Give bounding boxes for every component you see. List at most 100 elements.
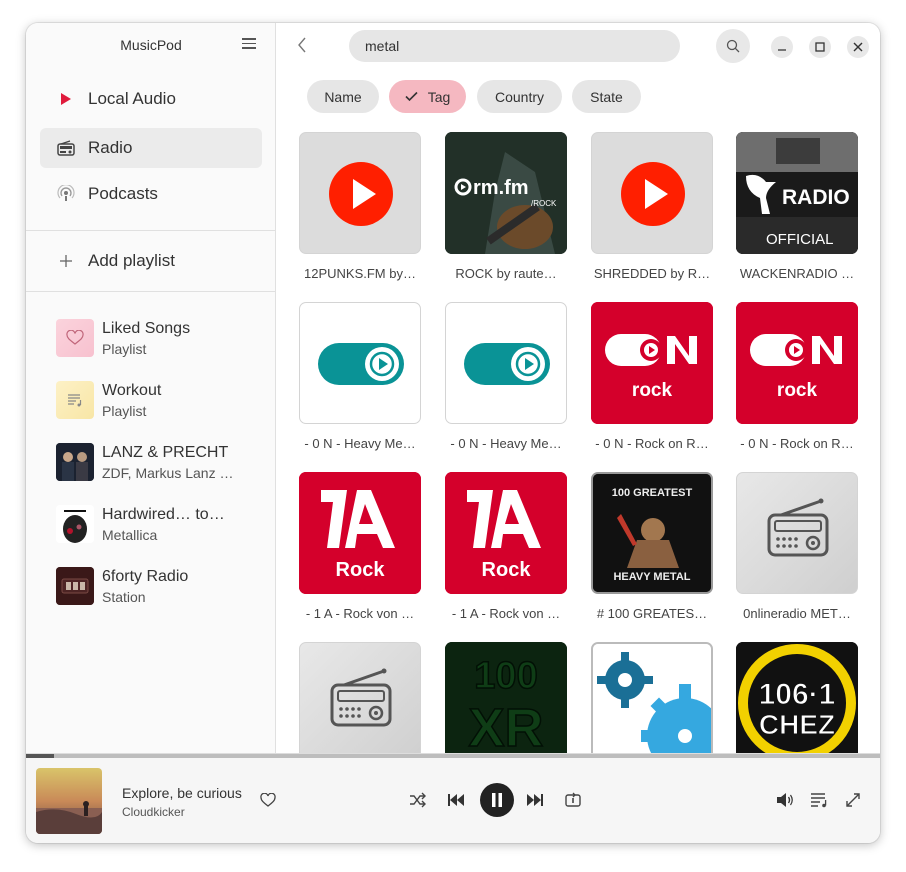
add-playlist-button[interactable]: Add playlist	[40, 241, 262, 281]
logo-text: rock	[777, 380, 818, 401]
playlist-title: Liked Songs	[102, 319, 191, 337]
plus-icon	[56, 251, 76, 271]
shuffle-icon[interactable]	[408, 791, 428, 809]
playlist-item-lanz-precht[interactable]: LANZ & PRECHT ZDF, Markus Lanz …	[56, 437, 266, 487]
station-tile[interactable]: 106·1 CHEZ	[736, 642, 858, 764]
filter-chip-tag[interactable]: Tag	[389, 80, 466, 113]
add-playlist-label: Add playlist	[88, 251, 175, 270]
divider	[26, 291, 276, 292]
station-caption: - 0 N - Rock on R…	[740, 436, 854, 451]
progress-bar[interactable]	[26, 754, 880, 758]
volume-icon[interactable]	[775, 791, 795, 809]
playlist-item-hardwired[interactable]: Hardwired… to… Metallica	[56, 499, 266, 549]
station-tile[interactable]: Rock	[299, 472, 421, 594]
station-tile[interactable]: rock	[591, 302, 713, 424]
track-title[interactable]: Explore, be curious	[122, 785, 242, 801]
1a-rock-logo: Rock	[445, 472, 567, 594]
station-caption: SHREDDED by R…	[593, 266, 711, 281]
track-artist[interactable]: Cloudkicker	[122, 805, 185, 819]
podcast-cover	[56, 443, 94, 481]
station-tile[interactable]	[299, 302, 421, 424]
1a-rock-logo: Rock	[299, 472, 421, 594]
logo-text: 106·1	[759, 678, 836, 711]
back-chevron-icon[interactable]	[297, 37, 313, 55]
station-caption: - 1 A - Rock von …	[451, 606, 561, 621]
nav-label: Podcasts	[88, 184, 158, 203]
queue-icon[interactable]	[809, 791, 829, 809]
search-input[interactable]: metal	[349, 30, 680, 62]
station-caption: - 1 A - Rock von …	[305, 606, 415, 621]
playlist-subtitle: ZDF, Markus Lanz …	[102, 464, 234, 481]
logo-text: 100	[474, 655, 537, 697]
fullscreen-icon[interactable]	[843, 791, 863, 809]
nav-podcasts[interactable]: Podcasts	[40, 174, 262, 214]
logo-sub: HEAVY METAL	[613, 571, 690, 583]
minimize-icon[interactable]	[771, 36, 793, 58]
youtube-play-icon	[329, 162, 393, 226]
logo-text: Rock	[482, 559, 532, 581]
toggle-play-logo	[318, 343, 404, 385]
playlist-item-liked-songs[interactable]: Liked Songs Playlist	[56, 313, 266, 363]
station-caption: 12PUNKS.FM by…	[304, 266, 416, 281]
nav-local-audio[interactable]: Local Audio	[40, 79, 262, 119]
playlist-subtitle: Playlist	[102, 340, 147, 357]
app-window: MusicPod Local Audio Radio Podcasts Add …	[26, 23, 880, 843]
previous-track-icon[interactable]	[446, 791, 466, 809]
station-tile[interactable]: RADIO OFFICIAL	[736, 132, 858, 254]
station-tile[interactable]	[299, 132, 421, 254]
station-tile[interactable]: Rock	[445, 472, 567, 594]
sidebar: MusicPod Local Audio Radio Podcasts Add …	[26, 23, 276, 753]
logo-sub: OFFICIAL	[766, 231, 834, 248]
track-cover-art[interactable]	[36, 768, 102, 834]
search-icon[interactable]	[716, 29, 750, 63]
album-cover	[56, 505, 94, 543]
gears-logo	[593, 644, 711, 762]
station-tile[interactable]	[591, 642, 713, 764]
main-content: metal Name Tag Country State 12PUNKS.FM …	[277, 23, 880, 764]
list-music-icon	[56, 381, 94, 419]
filter-chip-name[interactable]: Name	[307, 80, 379, 113]
app-title: MusicPod	[120, 37, 182, 53]
filter-chip-country[interactable]: Country	[477, 80, 562, 113]
100-greatest-heavy-metal-logo: 100 GREATEST HEAVY METAL	[593, 474, 711, 592]
pause-button[interactable]	[480, 783, 514, 817]
station-tile[interactable]: rm.fm /ROCK	[445, 132, 567, 254]
nav-radio[interactable]: Radio	[40, 128, 262, 168]
next-track-icon[interactable]	[525, 791, 545, 809]
station-tile[interactable]: 100 XR	[445, 642, 567, 764]
podcast-icon	[56, 184, 76, 204]
station-tile[interactable]: 100 GREATEST HEAVY METAL	[591, 472, 713, 594]
playlist-title: Hardwired… to…	[102, 505, 225, 523]
on-rock-logo: rock	[591, 302, 713, 424]
filter-chip-state[interactable]: State	[572, 80, 641, 113]
playlist-item-6forty-radio[interactable]: 6forty Radio Station	[56, 561, 266, 611]
logo-sub: XR	[468, 698, 543, 758]
station-cover	[56, 567, 94, 605]
playlist-title: Workout	[102, 381, 162, 399]
heart-icon	[56, 319, 94, 357]
player-bar: Explore, be curious Cloudkicker	[26, 753, 880, 843]
playlist-subtitle: Station	[102, 588, 146, 605]
chip-label: State	[590, 88, 623, 105]
maximize-icon[interactable]	[809, 36, 831, 58]
station-tile[interactable]	[299, 642, 421, 764]
106-1-chez-logo: 106·1 CHEZ	[736, 642, 858, 764]
station-tile[interactable]	[445, 302, 567, 424]
playlist-item-workout[interactable]: Workout Playlist	[56, 375, 266, 425]
pause-icon	[492, 793, 502, 807]
station-tile[interactable]	[736, 472, 858, 594]
close-icon[interactable]	[847, 36, 869, 58]
progress-fill	[26, 754, 55, 758]
station-tile[interactable]	[591, 132, 713, 254]
chip-label: Tag	[427, 88, 451, 105]
repeat-one-icon[interactable]	[563, 791, 583, 809]
sidebar-header: MusicPod	[26, 23, 275, 69]
youtube-play-icon	[621, 162, 685, 226]
station-caption: # 100 GREATES…	[596, 606, 708, 621]
wacken-radio-logo: RADIO OFFICIAL	[736, 132, 858, 254]
station-tile[interactable]: rock	[736, 302, 858, 424]
nav-label: Local Audio	[88, 89, 176, 108]
heart-icon[interactable]	[259, 791, 277, 809]
chip-label: Country	[494, 88, 545, 105]
hamburger-menu-icon[interactable]	[242, 38, 256, 52]
